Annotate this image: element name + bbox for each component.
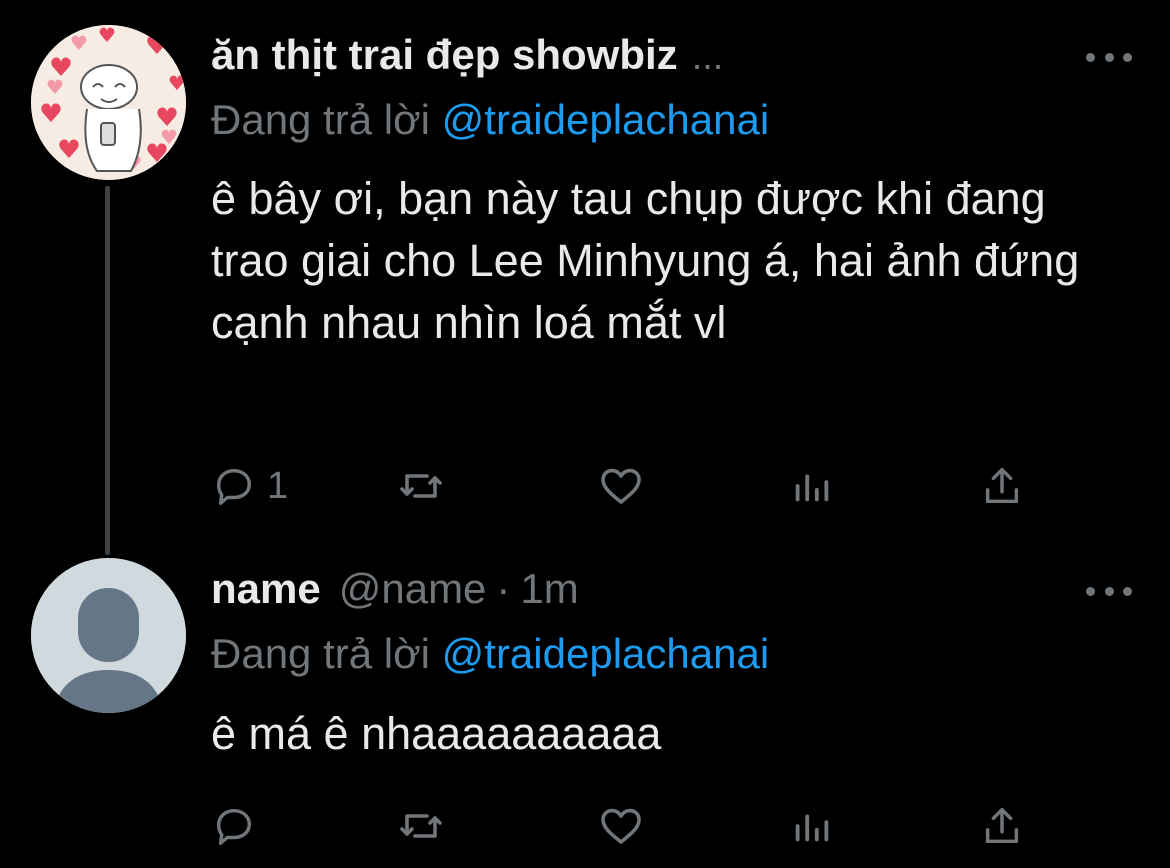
- like-button[interactable]: [597, 458, 645, 514]
- replying-to: Đang trả lời @traideplachanai: [211, 626, 769, 682]
- retweet-button[interactable]: [397, 798, 445, 854]
- reply-button[interactable]: 1: [211, 458, 288, 514]
- tweet-header: ăn thịt trai đẹp showbiz ...: [211, 25, 723, 85]
- share-button[interactable]: [979, 458, 1025, 514]
- tweet-text: ê má ê nhaaaaaaaaaa: [211, 708, 662, 759]
- thread-connector-line: [105, 186, 110, 555]
- reply-button[interactable]: [211, 798, 257, 854]
- share-button[interactable]: [979, 798, 1025, 854]
- display-name[interactable]: ăn thịt trai đẹp showbiz: [211, 25, 678, 85]
- share-icon: [985, 467, 1019, 504]
- more-options-button[interactable]: [1086, 581, 1132, 601]
- retweet-icon: [400, 474, 442, 498]
- replying-to: Đang trả lời @traideplachanai: [211, 92, 769, 148]
- more-options-button[interactable]: [1086, 47, 1132, 67]
- user-handle[interactable]: @name: [339, 559, 487, 619]
- views-button[interactable]: [789, 798, 835, 854]
- action-bar: [211, 798, 1071, 854]
- replying-to-label: Đang trả lời: [211, 630, 430, 677]
- analytics-icon: [795, 474, 829, 502]
- share-icon: [985, 807, 1019, 844]
- views-button[interactable]: [789, 458, 835, 514]
- heart-icon: [601, 808, 641, 844]
- more-icon: [1086, 586, 1095, 596]
- more-icon: [1086, 52, 1095, 62]
- avatar[interactable]: [31, 558, 186, 713]
- default-avatar-icon: [31, 558, 186, 713]
- sticker-avatar-icon: [31, 25, 186, 180]
- mention-link[interactable]: @traideplachanai: [442, 630, 770, 677]
- mention-link[interactable]: @traideplachanai: [442, 96, 770, 143]
- replying-to-label: Đang trả lời: [211, 96, 430, 143]
- retweet-icon: [400, 814, 442, 838]
- header-separator: ·: [496, 565, 511, 612]
- action-bar: 1: [211, 458, 1071, 514]
- comment-icon: [216, 808, 252, 845]
- timestamp[interactable]: 1m: [520, 559, 578, 619]
- comment-icon: [216, 468, 252, 505]
- heart-icon: [601, 468, 641, 504]
- analytics-icon: [795, 814, 829, 842]
- retweet-button[interactable]: [397, 458, 445, 514]
- tweet[interactable]: name @name · 1m Đang trả lời @traideplac…: [0, 555, 1170, 868]
- display-name[interactable]: name: [211, 559, 321, 619]
- name-truncation-ellipsis: ...: [691, 36, 724, 78]
- tweet-text: ê bây ơi, bạn này tau chụp được khi đang…: [211, 173, 1080, 348]
- tweet[interactable]: ăn thịt trai đẹp showbiz ... Đang trả lờ…: [0, 0, 1170, 555]
- avatar[interactable]: [31, 25, 186, 180]
- like-button[interactable]: [597, 798, 645, 854]
- reply-count: 1: [267, 464, 289, 507]
- tweet-header: name @name · 1m: [211, 559, 579, 619]
